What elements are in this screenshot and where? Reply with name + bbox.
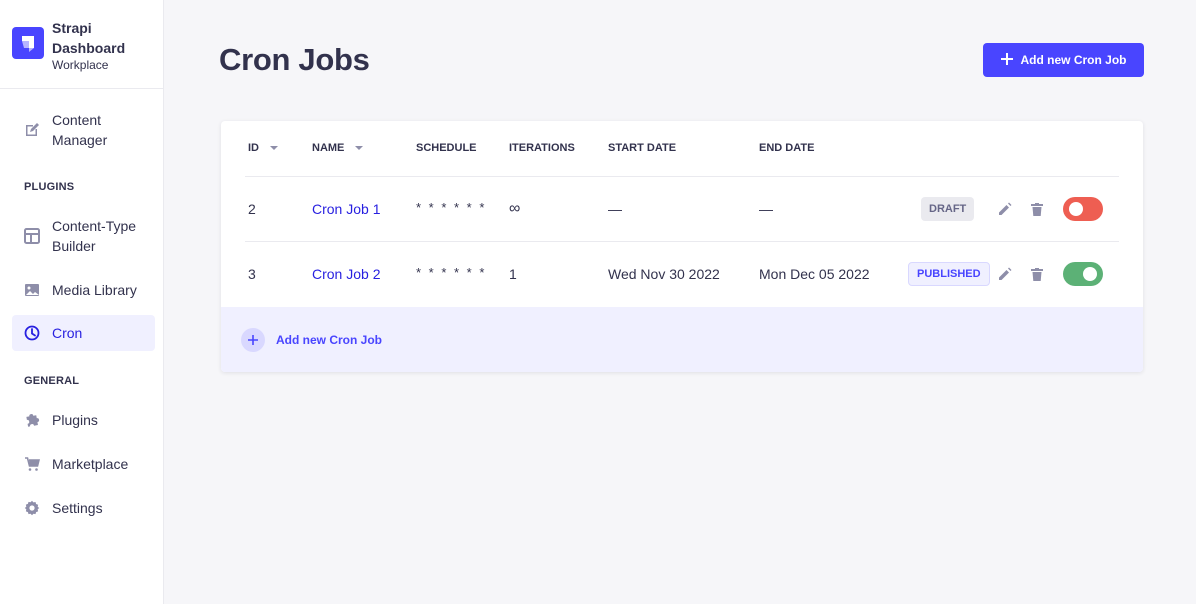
cell-end-date: Mon Dec 05 2022 xyxy=(759,266,870,282)
section-label-general: GENERAL xyxy=(24,375,80,387)
delete-trash-icon[interactable] xyxy=(1029,266,1045,282)
toggle-knob xyxy=(1083,267,1097,281)
enable-toggle[interactable] xyxy=(1063,262,1103,286)
puzzle-icon xyxy=(24,412,40,428)
cell-schedule: * * * * * * xyxy=(416,200,487,215)
cell-start-date: — xyxy=(608,201,622,217)
cron-job-name-link[interactable]: Cron Job 2 xyxy=(312,264,380,284)
enable-toggle[interactable] xyxy=(1063,197,1103,221)
sidebar-item-label: Media Library xyxy=(52,282,137,298)
column-header-end-date: END DATE xyxy=(759,142,815,154)
clock-icon xyxy=(24,325,40,341)
sidebar-item-settings[interactable]: Settings xyxy=(12,490,155,526)
row-divider xyxy=(245,176,1119,177)
strapi-logo-icon xyxy=(12,27,44,59)
row-divider xyxy=(245,241,1119,242)
sidebar-item-content-type-builder[interactable]: Content-Type Builder xyxy=(12,216,155,256)
sort-caret-icon xyxy=(355,146,364,150)
sort-caret-icon xyxy=(270,146,278,150)
cart-icon xyxy=(24,456,40,472)
gear-icon xyxy=(24,500,40,516)
cell-iterations: ∞ xyxy=(509,200,521,217)
plus-icon xyxy=(1000,52,1013,68)
add-cron-job-button-label: Add new Cron Job xyxy=(1020,53,1127,67)
cron-jobs-table: ID NAME SCHEDULE ITERATIONS START DATE E… xyxy=(221,121,1143,372)
sidebar: Strapi Dashboard Workplace Content Manag… xyxy=(0,0,164,604)
sidebar-item-label: Marketplace xyxy=(52,456,129,472)
column-header-schedule: SCHEDULE xyxy=(416,142,477,154)
delete-trash-icon[interactable] xyxy=(1029,201,1045,217)
page-title: Cron Jobs xyxy=(219,42,370,77)
column-header-start-date: START DATE xyxy=(608,142,677,154)
column-header-id[interactable]: ID xyxy=(248,142,278,154)
cell-schedule: * * * * * * xyxy=(416,265,487,280)
sidebar-item-label: Content-Type Builder xyxy=(52,218,137,254)
sidebar-item-label: Settings xyxy=(52,500,103,516)
section-label-plugins: PLUGINS xyxy=(24,181,75,193)
edit-pencil-icon[interactable] xyxy=(997,266,1013,282)
sidebar-item-label: Plugins xyxy=(52,412,98,428)
column-header-name[interactable]: NAME xyxy=(312,142,364,154)
image-icon xyxy=(24,282,40,298)
add-cron-job-row-label: Add new Cron Job xyxy=(276,332,382,347)
sidebar-item-plugins[interactable]: Plugins xyxy=(12,402,155,438)
sidebar-item-label: Cron xyxy=(52,325,83,341)
cell-id: 2 xyxy=(248,201,256,217)
status-badge: PUBLISHED xyxy=(908,262,990,286)
cell-end-date: — xyxy=(759,201,773,217)
brand-subtitle: Workplace xyxy=(52,58,109,72)
plus-circle-icon xyxy=(241,327,265,352)
column-header-iterations: ITERATIONS xyxy=(509,142,575,154)
add-cron-job-row-button[interactable]: Add new Cron Job xyxy=(221,307,1143,372)
brand-title: Strapi Dashboard xyxy=(52,20,126,56)
cell-iterations: 1 xyxy=(509,266,517,282)
brand-header: Strapi Dashboard Workplace xyxy=(0,0,163,89)
pen-icon xyxy=(24,122,40,138)
cell-id: 3 xyxy=(248,266,256,282)
status-badge: DRAFT xyxy=(921,197,975,221)
add-cron-job-button[interactable]: Add new Cron Job xyxy=(983,43,1144,77)
edit-pencil-icon[interactable] xyxy=(997,201,1013,217)
sidebar-item-marketplace[interactable]: Marketplace xyxy=(12,446,155,482)
sidebar-item-label: Content Manager xyxy=(52,112,108,148)
sidebar-item-media-library[interactable]: Media Library xyxy=(12,272,155,308)
layout-icon xyxy=(24,228,40,244)
sidebar-item-cron[interactable]: Cron xyxy=(12,315,155,351)
toggle-knob xyxy=(1069,202,1083,216)
cell-start-date: Wed Nov 30 2022 xyxy=(608,266,720,282)
cron-job-name-link[interactable]: Cron Job 1 xyxy=(312,199,380,219)
sidebar-item-content-manager[interactable]: Content Manager xyxy=(12,110,155,150)
